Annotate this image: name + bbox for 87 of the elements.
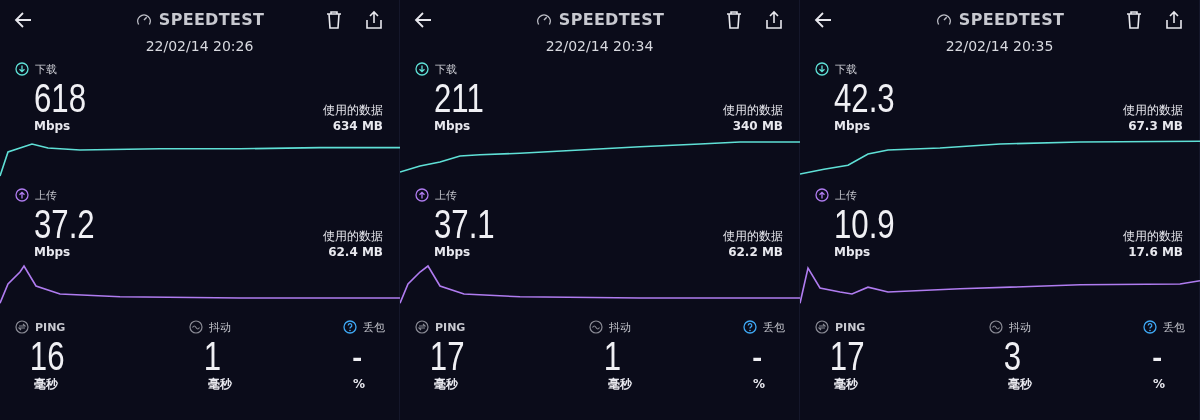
metric-label: 丢包 — [1163, 319, 1185, 335]
wave-icon — [989, 320, 1004, 334]
trash-icon[interactable] — [724, 10, 744, 30]
metric-value: 17 — [428, 336, 465, 376]
metric-unit: 毫秒 — [433, 376, 459, 392]
metric-label: PING — [835, 320, 866, 334]
speed-value: 37.1 — [434, 204, 495, 244]
ping-icon — [815, 320, 829, 334]
data-used-value: 67.3 MB — [1127, 118, 1183, 134]
speed-value: 42.3 — [834, 78, 895, 118]
ping-icon — [15, 320, 29, 334]
speed-value: 211 — [434, 78, 484, 118]
speed-unit: Mbps — [434, 118, 472, 134]
speed-value: 10.9 — [834, 204, 895, 244]
trash-icon[interactable] — [324, 10, 344, 30]
data-used-value: 62.4 MB — [327, 244, 383, 260]
metric-unit: 毫秒 — [607, 376, 633, 392]
download-icon — [815, 62, 829, 76]
question-icon — [343, 320, 357, 334]
metric-value: 1 — [603, 336, 623, 376]
speed-unit: Mbps — [434, 244, 472, 260]
data-used-label: 使用的数据 — [323, 228, 383, 244]
metric-value: 1 — [203, 336, 223, 376]
data-used-label: 使用的数据 — [723, 102, 783, 118]
data-used-value: 62.2 MB — [727, 244, 783, 260]
share-icon[interactable] — [1164, 10, 1184, 30]
section-label: 上传 — [435, 187, 457, 203]
data-used-label: 使用的数据 — [723, 228, 783, 244]
metric-label: PING — [435, 320, 466, 334]
download-icon — [415, 62, 429, 76]
speed-value: 37.2 — [34, 204, 95, 244]
speed-unit: Mbps — [34, 118, 72, 134]
data-used-value: 340 MB — [731, 118, 783, 134]
app-title: SPEEDTEST — [158, 10, 265, 29]
data-used-label: 使用的数据 — [1123, 102, 1183, 118]
speed-value: 618 — [34, 78, 87, 118]
app-title: SPEEDTEST — [958, 10, 1065, 29]
metric-label: 抖动 — [609, 319, 632, 335]
download-icon — [15, 62, 29, 76]
test-datetime: 22/02/14 20:34 — [544, 40, 655, 56]
metric-label: 抖动 — [1009, 319, 1032, 335]
data-used-value: 634 MB — [331, 118, 383, 134]
section-label: 下载 — [435, 61, 457, 77]
speed-unit: Mbps — [34, 244, 72, 260]
back-icon[interactable] — [814, 10, 834, 30]
upload-icon — [415, 188, 429, 202]
metric-value: - — [751, 336, 764, 376]
metric-unit: % — [752, 376, 766, 392]
test-datetime: 22/02/14 20:26 — [144, 40, 255, 56]
wave-icon — [189, 320, 204, 334]
metric-label: 丢包 — [363, 319, 385, 335]
speed-unit: Mbps — [834, 118, 872, 134]
metric-unit: 毫秒 — [33, 376, 59, 392]
share-icon[interactable] — [364, 10, 384, 30]
metric-value: 17 — [828, 336, 865, 376]
data-used-value: 17.6 MB — [1127, 244, 1183, 260]
share-icon[interactable] — [764, 10, 784, 30]
trash-icon[interactable] — [1124, 10, 1144, 30]
metric-unit: % — [1152, 376, 1166, 392]
section-label: 下载 — [35, 61, 57, 77]
metric-label: PING — [35, 320, 66, 334]
ping-icon — [415, 320, 429, 334]
metric-unit: 毫秒 — [833, 376, 859, 392]
section-label: 上传 — [835, 187, 857, 203]
upload-icon — [815, 188, 829, 202]
metric-value: - — [351, 336, 364, 376]
metric-value: - — [1151, 336, 1164, 376]
back-icon[interactable] — [414, 10, 434, 30]
wave-icon — [589, 320, 604, 334]
question-icon — [743, 320, 757, 334]
metric-label: 抖动 — [209, 319, 232, 335]
section-label: 下载 — [835, 61, 857, 77]
back-icon[interactable] — [14, 10, 34, 30]
question-icon — [1143, 320, 1157, 334]
metric-unit: % — [352, 376, 366, 392]
data-used-label: 使用的数据 — [1123, 228, 1183, 244]
speed-unit: Mbps — [834, 244, 872, 260]
metric-value: 3 — [1003, 336, 1023, 376]
metric-value: 16 — [28, 336, 65, 376]
data-used-label: 使用的数据 — [323, 102, 383, 118]
upload-icon — [15, 188, 29, 202]
test-datetime: 22/02/14 20:35 — [944, 40, 1055, 56]
app-title: SPEEDTEST — [558, 10, 665, 29]
metric-label: 丢包 — [763, 319, 785, 335]
metric-unit: 毫秒 — [1007, 376, 1033, 392]
section-label: 上传 — [35, 187, 57, 203]
metric-unit: 毫秒 — [207, 376, 233, 392]
